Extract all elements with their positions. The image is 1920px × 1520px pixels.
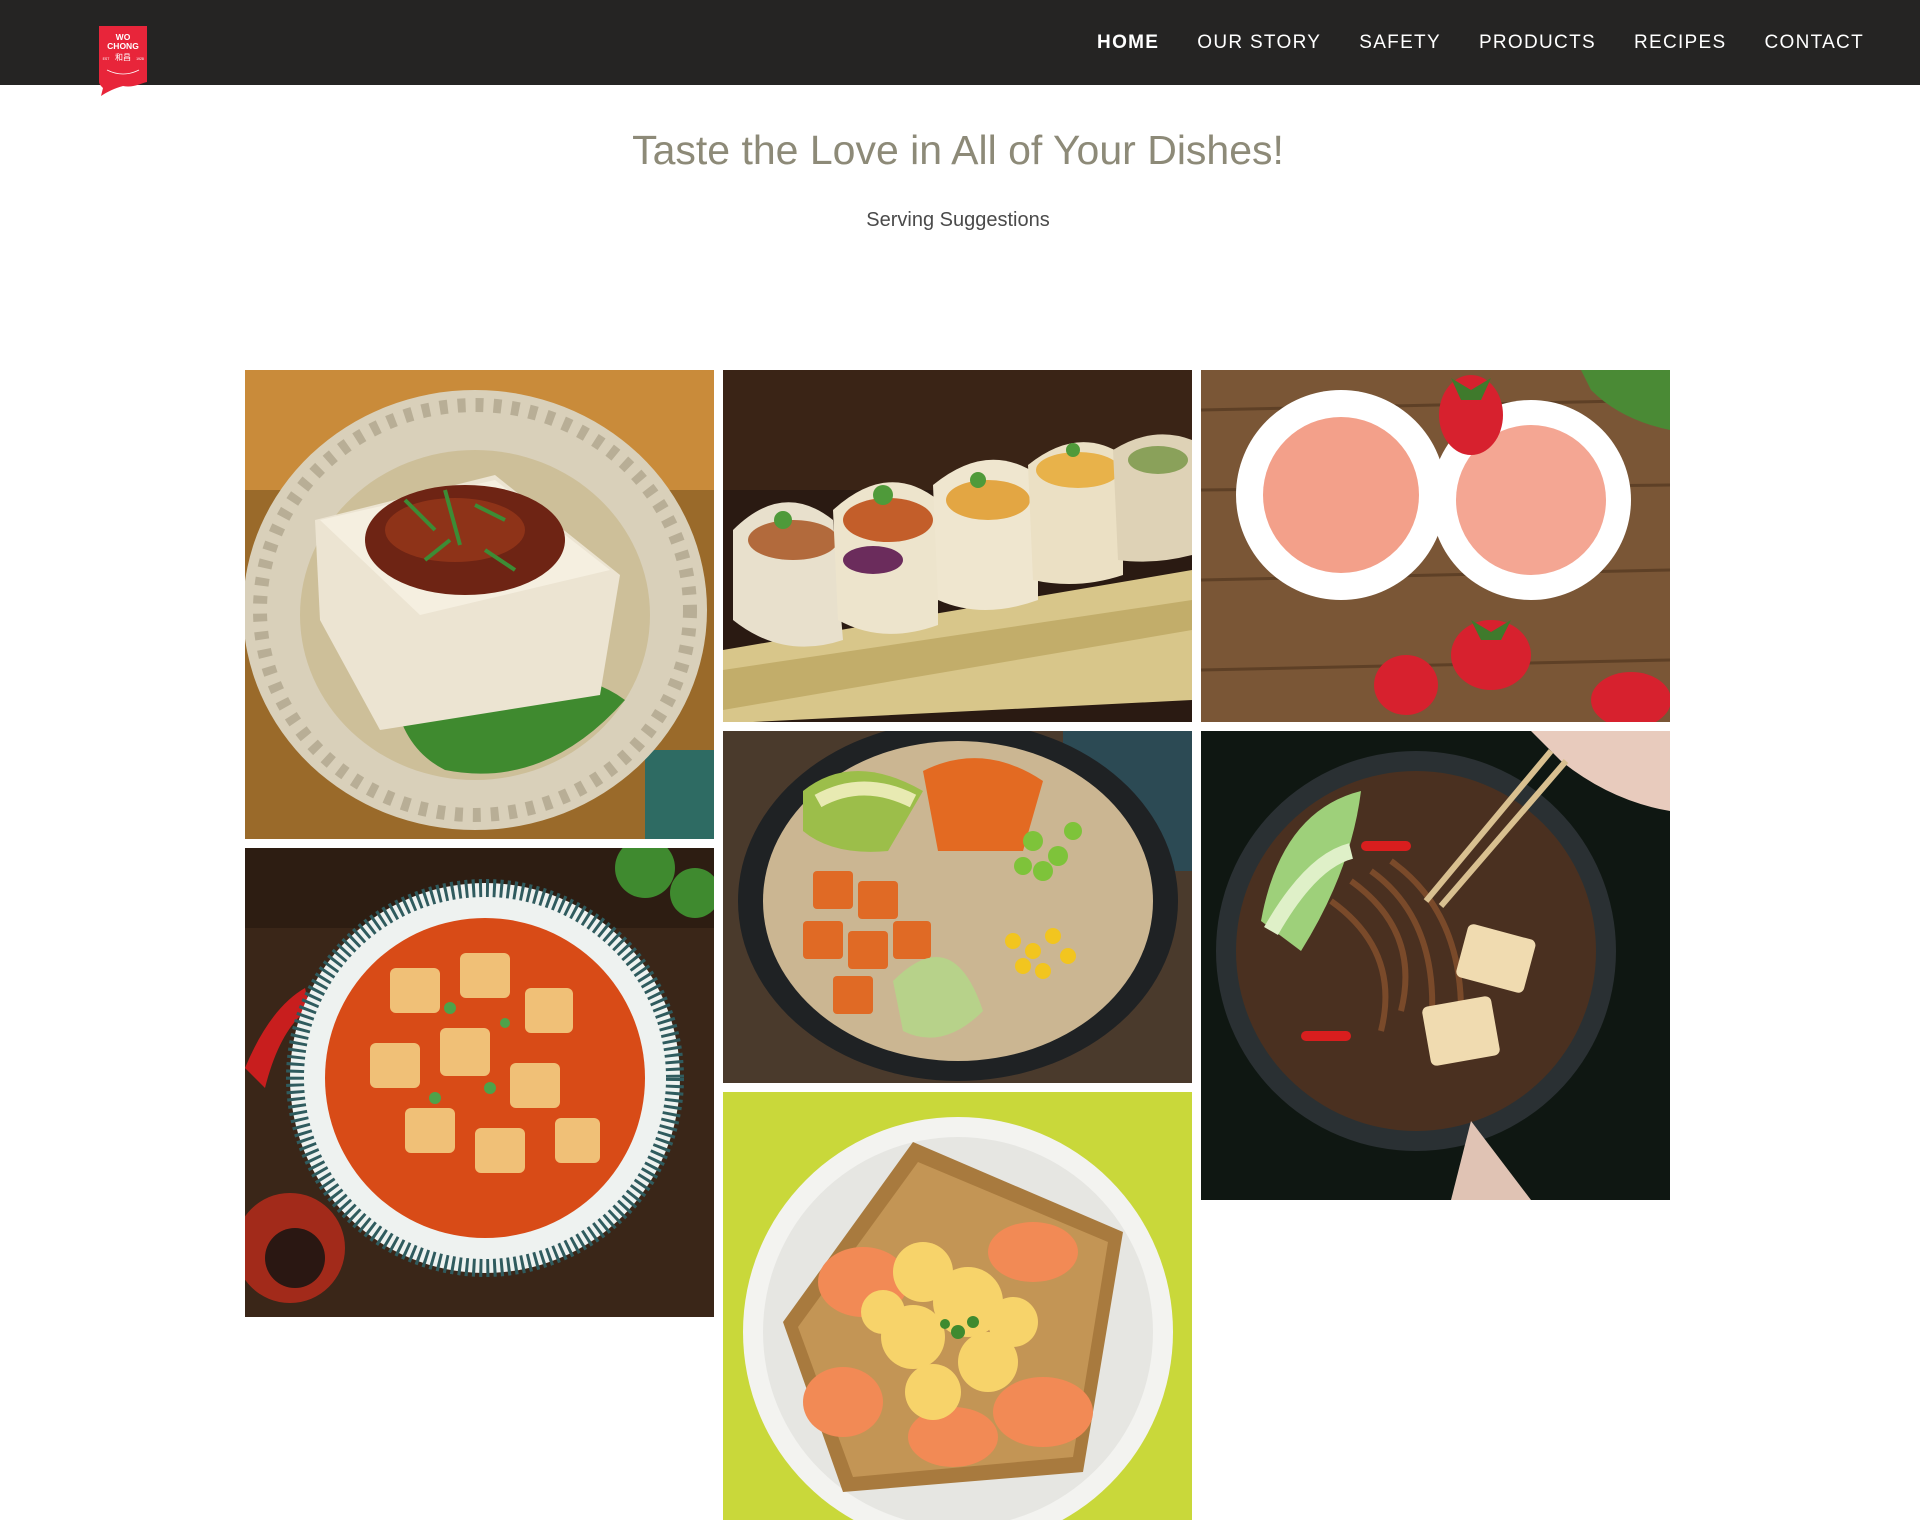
page-title: Taste the Love in All of Your Dishes! (632, 127, 1284, 173)
scrambled-eggs-smoked-salmon-toast-photo[interactable] (723, 1092, 1192, 1520)
mapo-tofu-photo[interactable] (245, 848, 714, 1317)
logo-chinese-text: 和昌 (115, 53, 131, 62)
strawberry-ice-cream-photo[interactable] (1201, 370, 1670, 722)
nav-item-recipes[interactable]: RECIPES (1634, 30, 1727, 56)
main-nav: HOME OUR STORY SAFETY PRODUCTS RECIPES C… (1059, 30, 1864, 56)
nav-item-products[interactable]: PRODUCTS (1479, 30, 1596, 56)
logo-year: 1928 (136, 57, 144, 61)
nav-item-our-story[interactable]: OUR STORY (1197, 30, 1321, 56)
nav-item-safety[interactable]: SAFETY (1359, 30, 1441, 56)
nav-item-contact[interactable]: CONTACT (1764, 30, 1864, 56)
wo-chong-logo[interactable]: WO CHONG 和昌 EST 1928 (99, 26, 147, 96)
logo-text-line-2: CHONG (107, 41, 139, 51)
top-navigation-bar: WO CHONG 和昌 EST 1928 HOME OUR STORY SAFE… (0, 0, 1920, 96)
logo-est: EST (103, 57, 111, 61)
tofu-buddha-bowl-photo[interactable] (723, 731, 1192, 1083)
page-subtitle: Serving Suggestions (866, 209, 1050, 231)
pan-fried-tofu-with-chili-sauce-photo[interactable] (245, 370, 714, 839)
noodle-bowl-with-bok-choy-photo[interactable] (1201, 731, 1670, 1200)
nav-item-home[interactable]: HOME (1097, 30, 1159, 56)
tacos-on-wooden-board-photo[interactable] (723, 370, 1192, 722)
